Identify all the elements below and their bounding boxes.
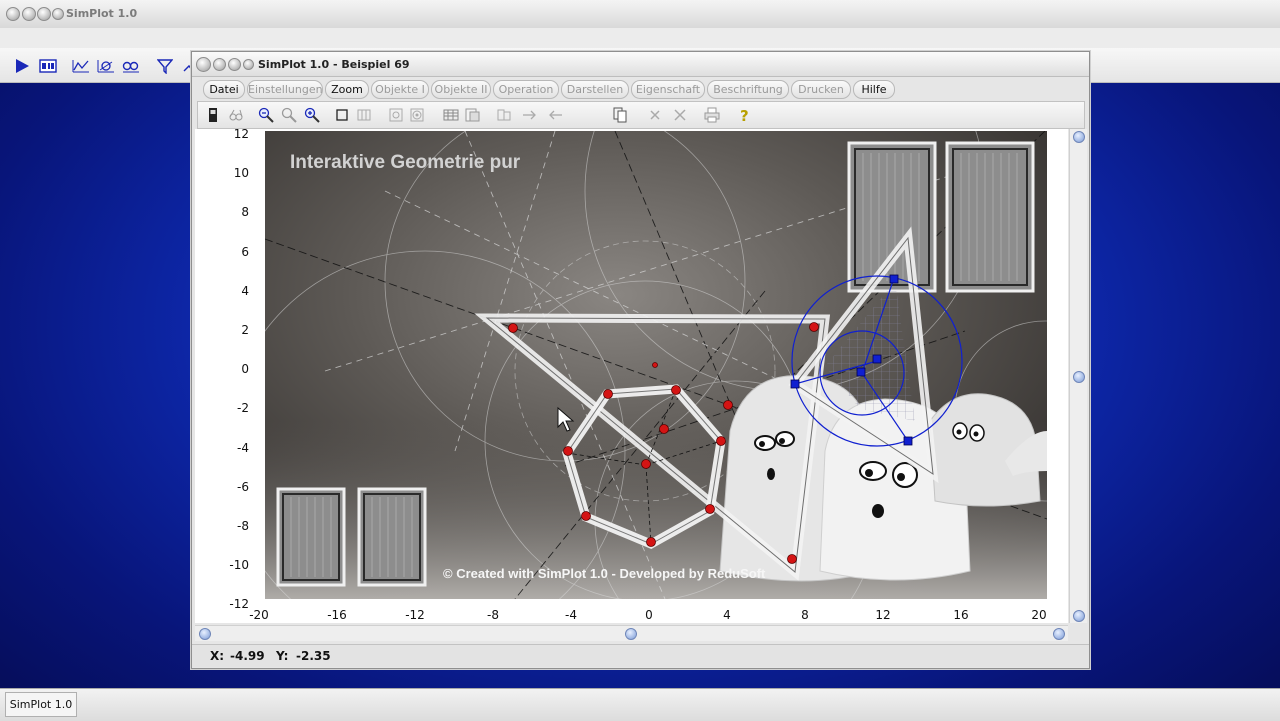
play-icon[interactable] — [14, 58, 30, 74]
window-button-icon[interactable] — [37, 7, 51, 21]
window-button-icon[interactable] — [228, 58, 241, 71]
cross-alt-icon[interactable] — [672, 107, 688, 123]
zoom-reset-icon[interactable] — [281, 107, 297, 123]
taskbar-simplot-button[interactable]: SimPlot 1.0 — [5, 692, 77, 717]
x-tick-label: -12 — [405, 608, 425, 622]
menu-objekte-1[interactable]: Objekte I — [371, 80, 429, 99]
y-tick-label: 8 — [241, 205, 249, 220]
toolbar: ? — [197, 101, 1085, 129]
y-tick-label: -10 — [229, 558, 249, 573]
menu-datei[interactable]: Datei — [203, 80, 245, 99]
y-tick-label: 4 — [241, 283, 249, 298]
taskbar: SimPlot 1.0 — [0, 688, 1280, 721]
y-tick-label: 0 — [241, 362, 249, 377]
scroll-right-icon[interactable] — [1053, 628, 1065, 640]
y-tick-label: -4 — [237, 440, 249, 455]
svg-text:?: ? — [740, 107, 749, 123]
inner-window: SimPlot 1.0 - Beispiel 69 Datei Einstell… — [191, 51, 1090, 669]
y-tick-label: 12 — [233, 127, 249, 141]
x-coord-label: X: — [210, 649, 225, 663]
x-tick-label: 16 — [953, 608, 969, 622]
zoom-out-icon[interactable] — [258, 107, 274, 123]
menu-zoom[interactable]: Zoom — [325, 80, 369, 99]
glasses-icon[interactable] — [228, 107, 244, 123]
export-icon[interactable] — [464, 107, 480, 123]
menu-objekte-2[interactable]: Objekte II — [431, 80, 491, 99]
zoom-in-icon[interactable] — [304, 107, 320, 123]
calculator-icon[interactable] — [39, 58, 57, 74]
x-tick-label: 0 — [645, 608, 653, 622]
scroll-up-icon[interactable] — [1073, 131, 1085, 143]
y-tick-label: -8 — [237, 519, 249, 533]
outer-titlebar[interactable]: SimPlot 1.0 — [0, 0, 1280, 29]
phone-icon[interactable] — [205, 107, 221, 123]
menu-darstellen[interactable]: Darstellen — [561, 80, 629, 99]
y-tick-label: 10 — [233, 166, 249, 181]
document-icon[interactable] — [612, 107, 628, 123]
copy-icon[interactable] — [496, 107, 512, 123]
print-icon[interactable] — [704, 107, 720, 123]
menu-hilfe[interactable]: Hilfe — [853, 80, 895, 99]
x-tick-label: -16 — [327, 608, 347, 622]
window-button-icon[interactable] — [6, 7, 20, 21]
menu-einstellungen[interactable]: Einstellungen — [247, 80, 323, 99]
help-icon[interactable]: ? — [736, 107, 752, 123]
arrow-right-icon[interactable] — [522, 107, 538, 123]
y-coord-label: Y: — [276, 649, 289, 663]
x-tick-label: 8 — [801, 608, 809, 622]
parametric-plot-icon[interactable] — [97, 58, 115, 74]
menu-beschriftung[interactable]: Beschriftung — [707, 80, 789, 99]
horizontal-scrollbar[interactable] — [195, 625, 1068, 641]
data-plot-icon[interactable] — [122, 58, 140, 74]
y-tick-label: -6 — [237, 479, 249, 494]
plot-heading: Interaktive Geometrie pur — [290, 152, 521, 173]
resize-icon[interactable] — [356, 107, 372, 123]
scroll-thumb[interactable] — [1073, 371, 1085, 383]
cross-icon[interactable] — [647, 107, 663, 123]
x-tick-label: 4 — [723, 608, 731, 622]
x-tick-label: -4 — [565, 608, 577, 622]
window-button-icon[interactable] — [196, 57, 211, 72]
circle-icon[interactable] — [388, 107, 404, 123]
window-button-icon[interactable] — [22, 7, 36, 21]
scroll-down-icon[interactable] — [1073, 610, 1085, 622]
window-menu-icon[interactable] — [52, 8, 64, 20]
outer-window-title: SimPlot 1.0 — [66, 7, 138, 20]
inner-titlebar[interactable]: SimPlot 1.0 - Beispiel 69 — [192, 52, 1089, 77]
scroll-left-icon[interactable] — [199, 628, 211, 640]
inner-window-title: SimPlot 1.0 - Beispiel 69 — [258, 58, 410, 71]
x-tick-label: 20 — [1031, 608, 1047, 622]
menu-eigenschaft[interactable]: Eigenschaft — [631, 80, 705, 99]
arrow-left-icon[interactable] — [547, 107, 563, 123]
function-plot-icon[interactable] — [72, 58, 90, 74]
geometry-canvas[interactable]: Interaktive Geometrie pur © Created with… — [265, 131, 1047, 599]
statusbar: X: -4.99 Y: -2.35 — [192, 644, 1089, 667]
frame-icon[interactable] — [334, 107, 350, 123]
credit-text: © Created with SimPlot 1.0 - Developed b… — [443, 566, 766, 581]
menubar: Datei Einstellungen Zoom Objekte I Objek… — [197, 79, 1083, 99]
table-icon[interactable] — [443, 107, 459, 123]
x-tick-label: 12 — [875, 608, 891, 622]
y-tick-label: -2 — [237, 401, 249, 416]
scroll-thumb[interactable] — [625, 628, 637, 640]
y-coord-value: -2.35 — [296, 649, 331, 663]
menu-drucken[interactable]: Drucken — [791, 80, 851, 99]
filter-icon[interactable] — [157, 58, 173, 74]
x-tick-label: -8 — [487, 608, 499, 622]
plot-area[interactable]: 12 10 8 6 4 2 0 -2 -4 -6 -8 -10 -12 -20 -16 -12 -8 -4 0 4 8… — [195, 127, 1068, 623]
x-tick-label: -20 — [249, 608, 269, 622]
menu-operation[interactable]: Operation — [493, 80, 559, 99]
y-tick-label: 6 — [241, 244, 249, 259]
y-tick-label: 2 — [241, 323, 249, 337]
window-menu-icon[interactable] — [243, 59, 254, 70]
target-icon[interactable] — [409, 107, 425, 123]
window-button-icon[interactable] — [213, 58, 226, 71]
x-coord-value: -4.99 — [230, 649, 265, 663]
outer-menubar — [0, 28, 1280, 49]
vertical-scrollbar[interactable] — [1069, 129, 1087, 623]
